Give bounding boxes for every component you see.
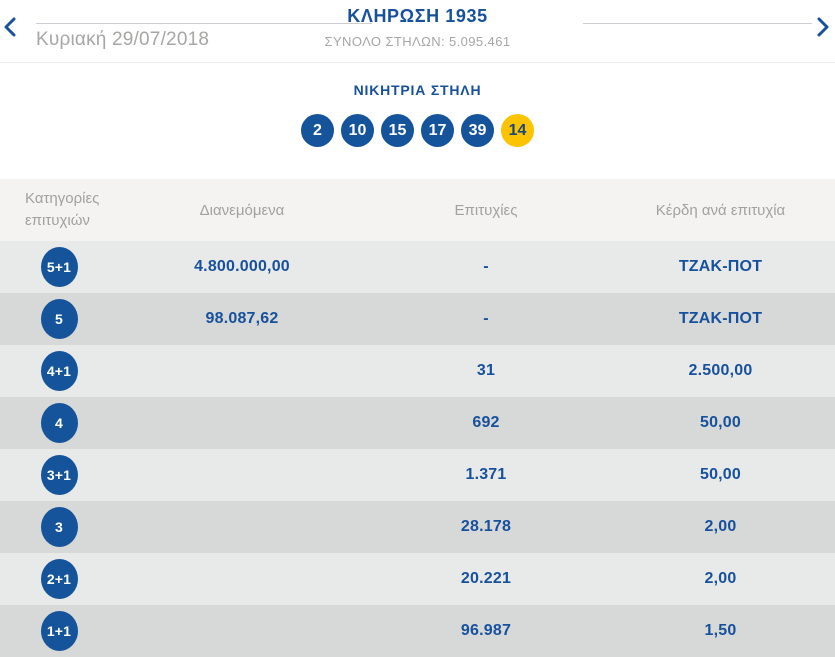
prize-value: 50,00 bbox=[699, 414, 742, 431]
table-row: 3+1 1.371 50,00 bbox=[0, 449, 835, 501]
category-badge: 5 bbox=[40, 299, 78, 339]
total-columns-label: ΣΥΝΟΛΟ ΣΤΗΛΩΝ: 5.095.461 bbox=[324, 34, 511, 49]
table-row: 5 98.087,62 - ΤΖΑΚ-ΠΟΤ bbox=[0, 293, 835, 345]
right-divider-line bbox=[583, 23, 812, 24]
prize-value: ΤΖΑΚ-ΠΟΤ bbox=[678, 310, 763, 327]
prize-value: 50,00 bbox=[699, 466, 742, 483]
chevron-right-icon[interactable] bbox=[816, 17, 832, 37]
category-badge: 1+1 bbox=[40, 611, 78, 651]
category-badge: 2+1 bbox=[40, 559, 78, 599]
draw-navigation-bar: Κυριακή 29/07/2018 ΚΛΗΡΩΣΗ 1935 ΣΥΝΟΛΟ Σ… bbox=[0, 0, 835, 63]
winners-value: 1.371 bbox=[465, 466, 507, 483]
winning-number-ball: 2 bbox=[301, 114, 334, 147]
prize-value: 2.500,00 bbox=[688, 362, 753, 379]
bonus-number-ball: 14 bbox=[501, 114, 534, 147]
winning-number-ball: 39 bbox=[461, 114, 494, 147]
results-table-body: 5+1 4.800.000,00 - ΤΖΑΚ-ΠΟΤ 5 98.087,62 … bbox=[0, 241, 835, 657]
column-header-category: Κατηγορίες επιτυχιών bbox=[25, 189, 100, 230]
distributed-value: 4.800.000,00 bbox=[194, 258, 290, 275]
winning-number-ball: 17 bbox=[421, 114, 454, 147]
prize-value: 2,00 bbox=[704, 570, 737, 587]
category-badge: 3+1 bbox=[40, 455, 78, 495]
winning-number-ball: 15 bbox=[381, 114, 414, 147]
category-badge: 4+1 bbox=[40, 351, 78, 391]
table-row: 1+1 96.987 1,50 bbox=[0, 605, 835, 657]
results-table: Κατηγορίες επιτυχιών Διανεμόμενα Επιτυχί… bbox=[0, 179, 835, 657]
column-header-prize: Κέρδη ανά επιτυχία bbox=[655, 201, 786, 219]
winning-column-label: ΝΙΚΗΤΡΙΑ ΣΤΗΛΗ bbox=[353, 82, 482, 98]
winners-value: - bbox=[483, 258, 489, 275]
table-row: 3 28.178 2,00 bbox=[0, 501, 835, 553]
category-badge: 3 bbox=[40, 507, 78, 547]
prize-value: ΤΖΑΚ-ΠΟΤ bbox=[678, 258, 763, 275]
winners-value: 96.987 bbox=[460, 622, 512, 639]
winning-number-ball: 10 bbox=[341, 114, 374, 147]
winning-column-section: ΝΙΚΗΤΡΙΑ ΣΤΗΛΗ 2 10 15 17 39 14 bbox=[0, 63, 835, 179]
table-row: 4 692 50,00 bbox=[0, 397, 835, 449]
prize-value: 2,00 bbox=[704, 518, 737, 535]
winners-value: 20.221 bbox=[460, 570, 512, 587]
column-header-winners: Επιτυχίες bbox=[454, 201, 518, 219]
winners-value: - bbox=[483, 310, 489, 327]
table-row: 5+1 4.800.000,00 - ΤΖΑΚ-ΠΟΤ bbox=[0, 241, 835, 293]
column-header-distributed: Διανεμόμενα bbox=[199, 201, 285, 219]
distributed-value: 98.087,62 bbox=[205, 310, 279, 327]
winning-numbers: 2 10 15 17 39 14 bbox=[0, 114, 835, 147]
winners-value: 28.178 bbox=[460, 518, 512, 535]
table-row: 2+1 20.221 2,00 bbox=[0, 553, 835, 605]
table-row: 4+1 31 2.500,00 bbox=[0, 345, 835, 397]
prize-value: 1,50 bbox=[704, 622, 737, 639]
results-table-header: Κατηγορίες επιτυχιών Διανεμόμενα Επιτυχί… bbox=[0, 179, 835, 241]
winners-value: 31 bbox=[476, 362, 496, 379]
category-badge: 4 bbox=[40, 403, 78, 443]
category-badge: 5+1 bbox=[40, 247, 78, 287]
winners-value: 692 bbox=[472, 414, 500, 431]
